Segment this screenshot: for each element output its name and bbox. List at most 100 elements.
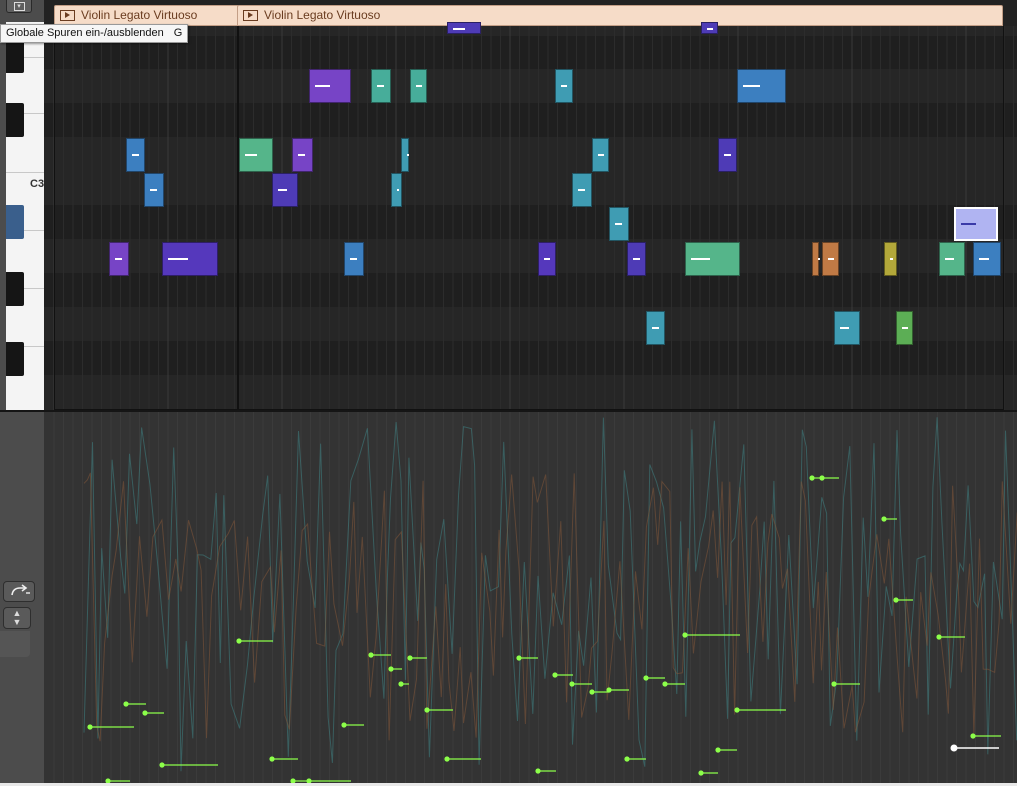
automation-point[interactable]	[606, 687, 612, 693]
c3-label: C3	[30, 178, 45, 190]
note-velocity-tick	[115, 257, 122, 260]
midi-note[interactable]	[239, 138, 273, 172]
midi-note[interactable]	[592, 138, 609, 172]
automation-lane[interactable]	[44, 412, 1017, 783]
region-play-icon	[243, 10, 258, 21]
note-velocity-tick	[578, 188, 585, 191]
piano-keyboard[interactable]: C3	[6, 22, 45, 410]
note-velocity-tick	[453, 27, 465, 30]
midi-note[interactable]	[272, 172, 298, 207]
midi-note[interactable]	[344, 241, 364, 276]
midi-note[interactable]	[292, 138, 313, 172]
midi-note[interactable]	[812, 241, 820, 276]
note-velocity-tick	[278, 188, 288, 191]
black-key[interactable]	[6, 103, 24, 137]
automation-point[interactable]	[831, 681, 837, 687]
midi-note[interactable]	[447, 22, 481, 34]
white-key-divider	[6, 172, 44, 173]
automation-point[interactable]	[123, 701, 129, 707]
automation-point[interactable]	[535, 768, 541, 774]
automation-point[interactable]	[698, 770, 704, 776]
automation-point[interactable]	[368, 652, 374, 658]
note-velocity-tick	[652, 326, 659, 329]
automation-point[interactable]	[819, 475, 825, 481]
midi-note[interactable]	[555, 69, 573, 103]
automation-point[interactable]	[516, 655, 522, 661]
collapse-button[interactable]: ▾	[6, 0, 32, 13]
automation-point[interactable]	[970, 733, 976, 739]
midi-note[interactable]	[309, 69, 351, 103]
midi-note[interactable]	[646, 310, 665, 345]
automation-point[interactable]	[388, 666, 394, 672]
parameter-stepper[interactable]: ▲ ▼	[3, 607, 31, 629]
midi-note[interactable]	[737, 69, 786, 103]
midi-note[interactable]	[126, 138, 145, 172]
note-velocity-tick	[350, 257, 357, 260]
black-key-selected[interactable]	[6, 205, 24, 239]
midi-note[interactable]	[822, 241, 839, 276]
midi-note[interactable]	[401, 138, 409, 172]
automation-point[interactable]	[142, 710, 148, 716]
midi-note[interactable]	[939, 241, 965, 276]
midi-note[interactable]	[162, 241, 218, 276]
tooltip-shortcut: G	[173, 27, 183, 39]
automation-point[interactable]	[236, 638, 242, 644]
midi-note[interactable]	[572, 172, 592, 207]
midi-note[interactable]	[391, 172, 402, 207]
selected-automation-point[interactable]	[950, 744, 958, 752]
midi-note[interactable]	[144, 172, 164, 207]
parameter-panel	[0, 631, 30, 657]
note-velocity-tick	[298, 154, 306, 157]
automation-point[interactable]	[881, 516, 887, 522]
automation-point[interactable]	[936, 634, 942, 640]
midi-note[interactable]	[884, 241, 897, 276]
automation-point[interactable]	[734, 707, 740, 713]
region-header-1[interactable]: Violin Legato Virtuoso	[54, 5, 239, 26]
automation-point[interactable]	[589, 689, 595, 695]
automation-point[interactable]	[662, 681, 668, 687]
automation-point[interactable]	[444, 756, 450, 762]
midi-note[interactable]	[834, 310, 860, 345]
note-velocity-tick	[245, 154, 257, 157]
automation-point[interactable]	[809, 475, 815, 481]
automation-point[interactable]	[893, 597, 899, 603]
midi-note[interactable]	[609, 207, 629, 241]
midi-note[interactable]	[701, 22, 718, 34]
note-velocity-tick	[377, 85, 384, 88]
black-key[interactable]	[6, 272, 24, 306]
automation-point[interactable]	[569, 681, 575, 687]
midi-note[interactable]	[410, 69, 427, 103]
automation-point[interactable]	[682, 632, 688, 638]
automation-point[interactable]	[87, 724, 93, 730]
automation-point[interactable]	[643, 675, 649, 681]
note-velocity-tick	[598, 154, 604, 157]
black-key[interactable]	[6, 39, 24, 73]
midi-note[interactable]	[718, 138, 737, 172]
automation-point[interactable]	[398, 681, 404, 687]
midi-note[interactable]	[109, 241, 129, 276]
midi-note[interactable]	[627, 241, 646, 276]
region-name: Violin Legato Virtuoso	[264, 8, 381, 22]
automation-point[interactable]	[407, 655, 413, 661]
automation-point[interactable]	[424, 707, 430, 713]
black-key[interactable]	[6, 342, 24, 376]
midi-note[interactable]	[973, 241, 1001, 276]
automation-point[interactable]	[624, 756, 630, 762]
midi-note[interactable]	[954, 207, 998, 241]
automation-point[interactable]	[552, 672, 558, 678]
automation-point[interactable]	[159, 762, 165, 768]
automation-point[interactable]	[715, 747, 721, 753]
midi-note[interactable]	[896, 310, 913, 345]
piano-roll-editor[interactable]: Violin Legato Virtuoso Violin Legato Vir…	[44, 0, 1017, 411]
region-header-2[interactable]: Violin Legato Virtuoso	[237, 5, 1003, 26]
midi-note[interactable]	[371, 69, 391, 103]
note-velocity-tick	[407, 154, 409, 157]
note-velocity-tick	[945, 257, 955, 260]
midi-note[interactable]	[538, 241, 556, 276]
automation-point[interactable]	[341, 722, 347, 728]
curve-tool-button[interactable]	[3, 581, 35, 602]
tooltip: Globale Spuren ein-/ausblenden G	[0, 24, 189, 43]
automation-point[interactable]	[269, 756, 275, 762]
midi-note[interactable]	[685, 241, 740, 276]
note-velocity-tick	[315, 85, 330, 88]
